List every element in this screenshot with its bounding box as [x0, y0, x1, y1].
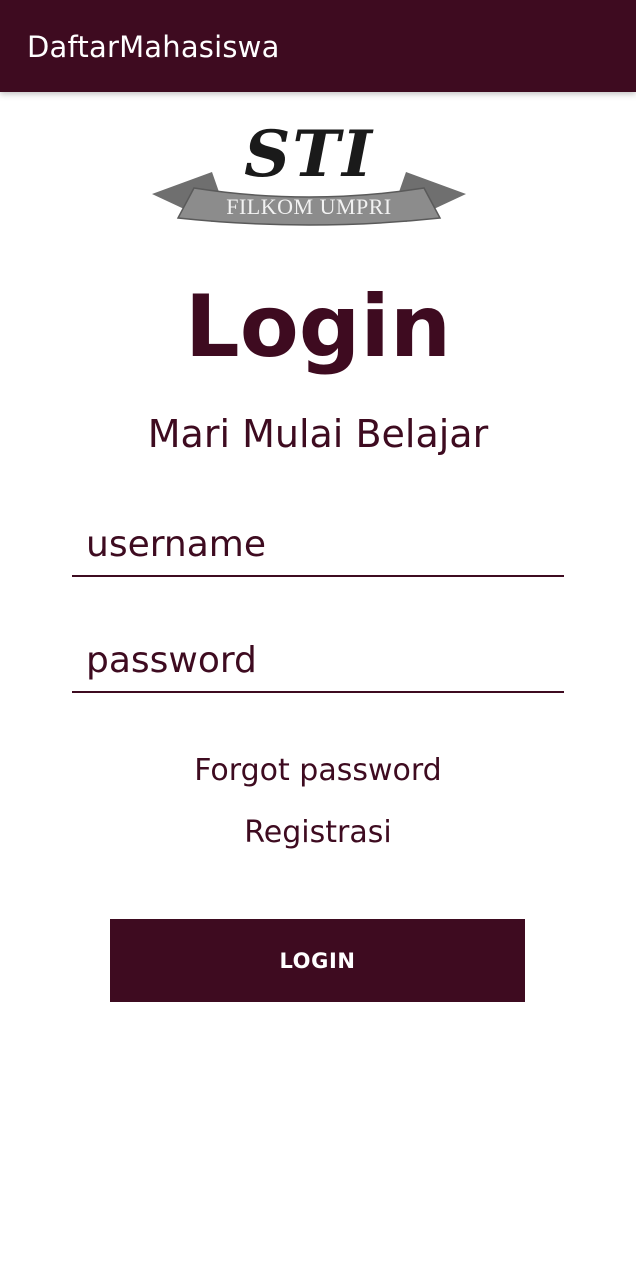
page-title: Login	[184, 277, 452, 377]
app-title: DaftarMahasiswa	[27, 30, 280, 64]
register-link[interactable]: Registrasi	[0, 811, 636, 855]
logo-sti-text: STI	[244, 117, 374, 192]
username-input[interactable]	[86, 517, 556, 571]
sti-filkom-umpri-logo: STI FILKOM UMPRI	[152, 117, 466, 226]
login-button[interactable]: LOGIN	[110, 919, 525, 1002]
username-field[interactable]	[72, 507, 564, 577]
logo-banner-text: FILKOM UMPRI	[226, 194, 392, 219]
page-subtitle: Mari Mulai Belajar	[147, 412, 489, 456]
password-input[interactable]	[86, 633, 556, 687]
app-bar: DaftarMahasiswa	[0, 0, 636, 92]
forgot-password-link[interactable]: Forgot password	[0, 749, 636, 793]
password-field[interactable]	[72, 623, 564, 693]
